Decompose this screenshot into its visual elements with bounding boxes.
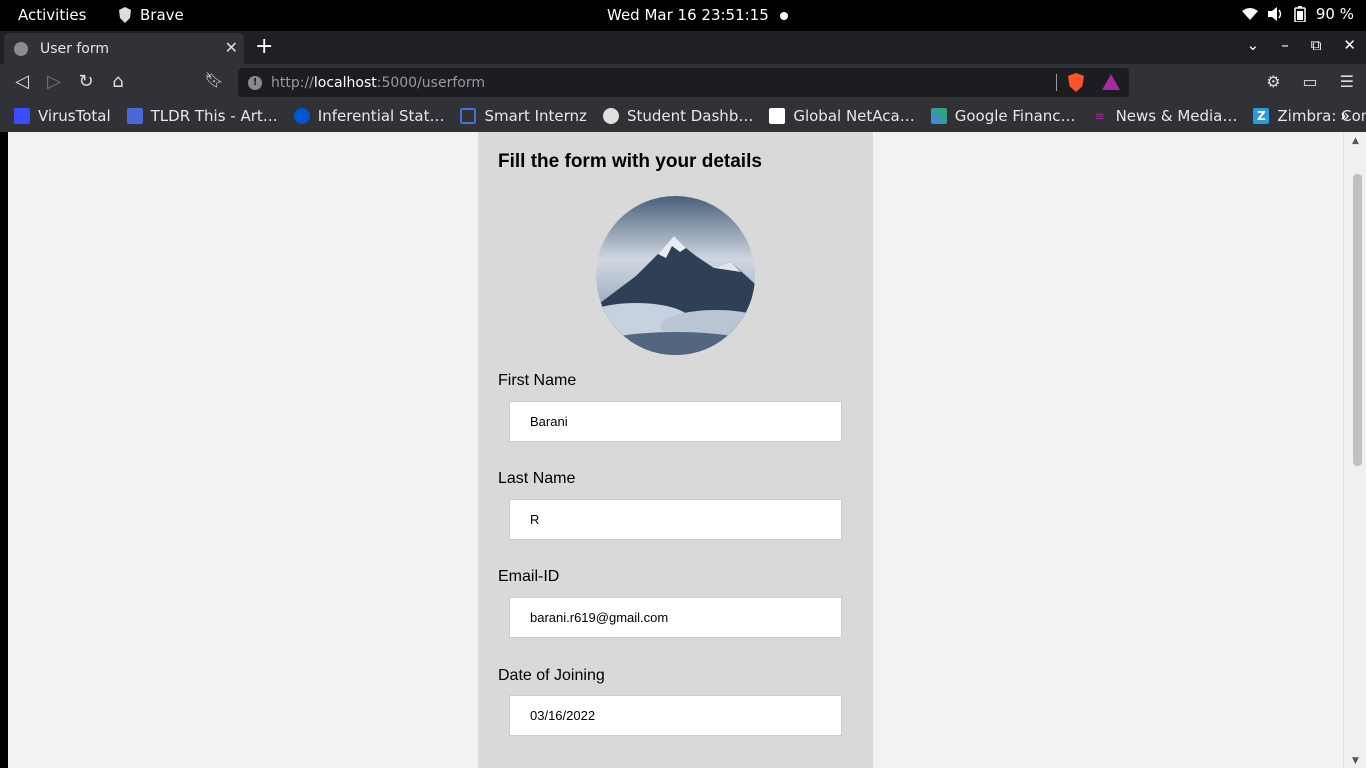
first-name-label: First Name [498, 372, 577, 389]
menu-icon[interactable]: ☰ [1340, 72, 1354, 91]
bookmark-favicon-icon [126, 108, 143, 124]
close-tab-icon[interactable]: ✕ [225, 38, 238, 57]
bookmark-favicon-icon [293, 108, 310, 124]
bookmark-item[interactable]: Student Dashb… [602, 107, 753, 125]
wallet-icon[interactable]: ▭ [1303, 72, 1318, 91]
battery-percent: 90 % [1315, 5, 1354, 23]
volume-icon [1267, 7, 1282, 21]
bookmark-favicon-icon [460, 108, 477, 124]
bookmark-item[interactable]: ≡ News & Media… [1091, 107, 1237, 125]
brave-shields-icon[interactable] [1068, 73, 1084, 92]
url-host: localhost [313, 74, 377, 91]
system-top-bar: Activities Brave Wed Mar 16 23:51:15 90 … [0, 0, 1366, 31]
bookmark-favicon-icon: Z [1253, 108, 1270, 124]
form-heading: Fill the form with your details [498, 151, 762, 172]
site-info-icon[interactable]: ! [248, 75, 262, 90]
user-form: Fill the form with your details First Na… [478, 132, 873, 768]
last-name-input[interactable]: R [509, 499, 842, 540]
tab-bar: User form ✕ + ⌄ – ⧉ ✕ [0, 31, 1366, 64]
date-of-joining-label: Date of Joining [498, 667, 605, 684]
forward-icon[interactable]: ▷ [43, 71, 65, 92]
notification-dot-icon [780, 12, 788, 20]
new-tab-button[interactable]: + [255, 34, 273, 59]
mountain-avatar-image [596, 196, 755, 355]
clock[interactable]: Wed Mar 16 23:51:15 [607, 6, 769, 24]
scrollbar-thumb[interactable] [1353, 174, 1362, 466]
last-name-label: Last Name [498, 470, 576, 487]
back-icon[interactable]: ◁ [11, 71, 33, 92]
date-of-joining-input[interactable]: 03/16/2022 [509, 695, 842, 736]
email-label: Email-ID [498, 568, 560, 585]
extensions-icon[interactable]: ⚙ [1266, 72, 1280, 91]
bookmarks-bar: VirusTotal TLDR This - Art… Inferential … [0, 100, 1366, 132]
app-menu[interactable]: Brave [118, 6, 184, 24]
brave-lion-icon [119, 7, 131, 23]
maximize-icon[interactable]: ⧉ [1311, 36, 1322, 54]
bookmark-item[interactable]: Inferential Stat… [293, 107, 444, 125]
email-input[interactable]: barani.r619@gmail.com [509, 597, 842, 638]
bookmark-favicon-icon [14, 108, 30, 124]
scroll-down-icon[interactable]: ▼ [1352, 756, 1359, 766]
bookmark-item[interactable]: Google Financ… [930, 107, 1076, 125]
bookmark-favicon-icon: ≡ [1091, 108, 1108, 124]
tab-title: User form [40, 40, 110, 57]
tab-user-form[interactable]: User form ✕ [4, 33, 244, 64]
bookmark-icon[interactable]: 🔖︎ [203, 71, 225, 89]
bookmark-item[interactable]: Global NetAca… [769, 107, 915, 125]
first-name-input[interactable]: Barani [509, 401, 842, 442]
home-icon[interactable]: ⌂ [107, 71, 129, 92]
minimize-icon[interactable]: – [1281, 36, 1289, 54]
page-viewport: Fill the form with your details First Na… [8, 132, 1343, 768]
battery-icon [1294, 6, 1306, 22]
tab-list-chevron-icon[interactable]: ⌄ [1247, 36, 1260, 54]
vertical-scrollbar[interactable]: ▲ ▼ [1343, 132, 1366, 768]
wifi-icon [1241, 8, 1258, 20]
scroll-up-icon[interactable]: ▲ [1352, 136, 1359, 146]
bookmark-favicon-icon [930, 108, 947, 124]
close-window-icon[interactable]: ✕ [1343, 36, 1356, 54]
url-scheme: http:// [271, 74, 314, 91]
globe-icon [14, 41, 28, 56]
activities-button[interactable]: Activities [18, 6, 86, 24]
app-name: Brave [140, 6, 184, 24]
address-bar[interactable]: ! http://localhost:5000/userform [238, 68, 1129, 97]
bookmark-favicon-icon [602, 108, 619, 124]
system-tray[interactable]: 90 % [1241, 5, 1354, 23]
bookmark-item[interactable]: VirusTotal [14, 107, 111, 125]
navigation-bar: ◁ ▷ ↻ ⌂ 🔖︎ ! http://localhost:5000/userf… [0, 64, 1366, 100]
bookmark-favicon-icon [769, 108, 786, 124]
reload-icon[interactable]: ↻ [75, 71, 97, 92]
bookmark-item[interactable]: TLDR This - Art… [126, 107, 278, 125]
bookmarks-overflow-icon[interactable]: » [1340, 106, 1350, 125]
toolbar-actions: ⚙ ▭ ☰ [1266, 72, 1354, 91]
window-controls: ⌄ – ⧉ ✕ [1247, 36, 1356, 54]
bookmark-item[interactable]: Smart Internz [460, 107, 587, 125]
brave-rewards-icon[interactable] [1102, 74, 1120, 90]
url-path: :5000/userform [376, 74, 485, 91]
url-separator [1056, 74, 1057, 91]
